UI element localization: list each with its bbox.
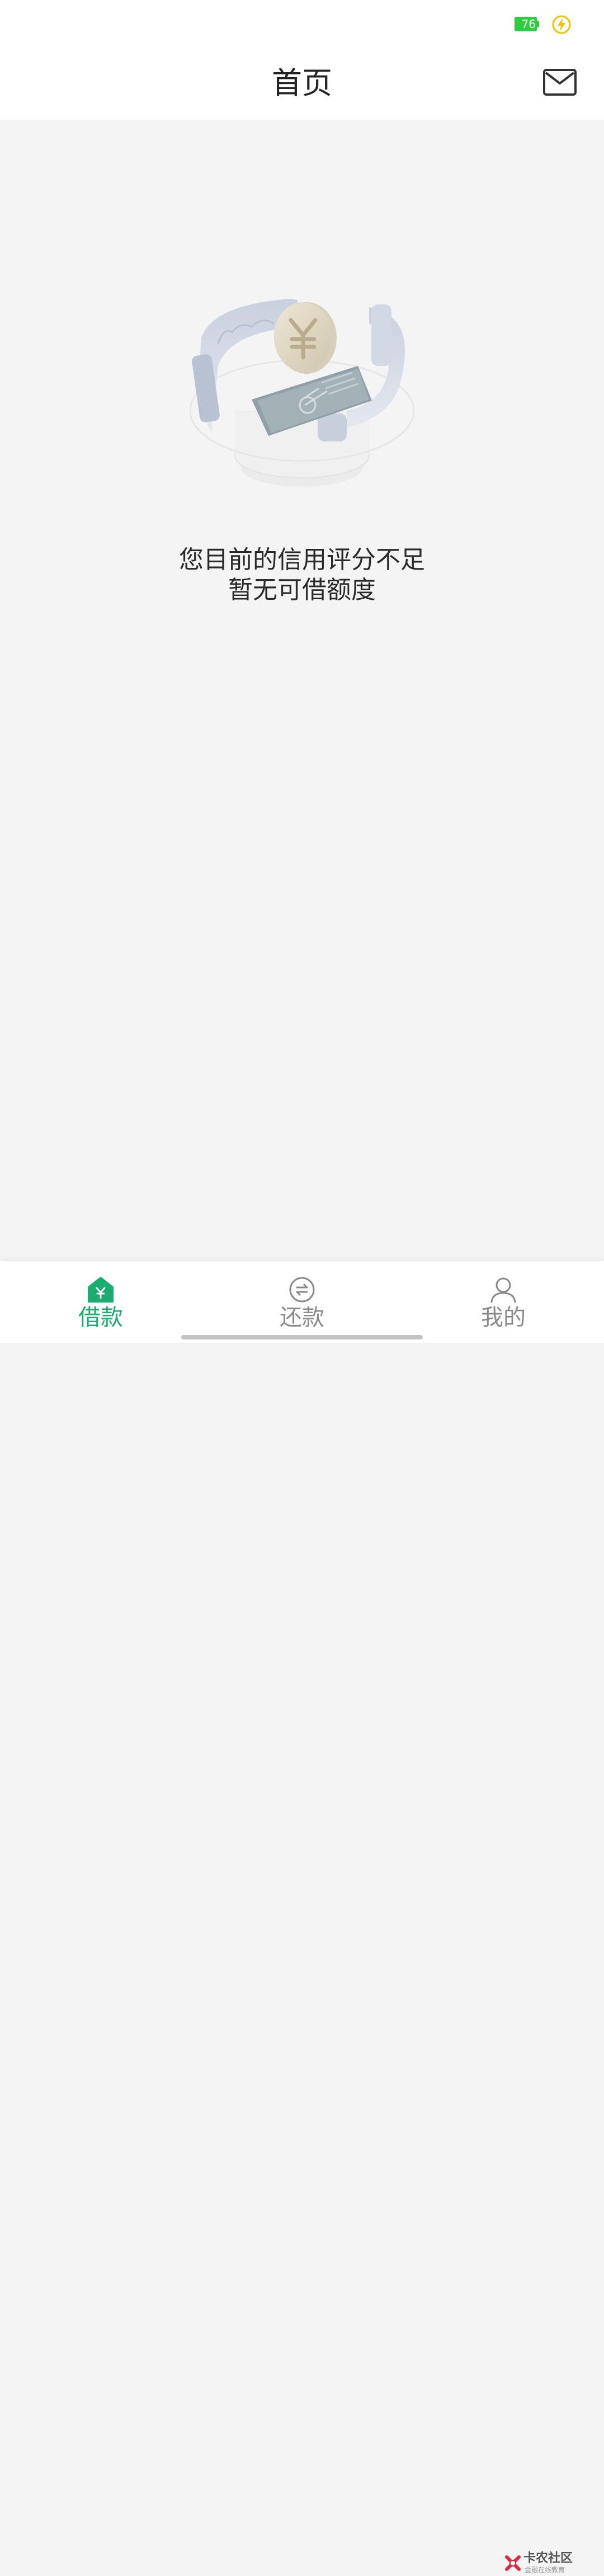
coin-credit-illustration [189,299,415,487]
home-yuan-icon [88,1277,114,1303]
home-indicator[interactable] [181,1335,423,1339]
tab-mine-label: 我的 [481,1305,526,1331]
watermark-logo-icon [505,2555,521,2571]
battery-level: 76 [521,17,536,31]
envelope-icon[interactable] [542,68,577,96]
tab-mine[interactable]: 我的 [431,1261,576,1343]
tab-repay-label: 还款 [280,1305,324,1331]
page-title: 首页 [272,65,332,101]
watermark: 卡农社区 金融在线教育 [503,2551,587,2576]
credit-status-message: 您目前的信用评分不足 暂无可借额度 [0,545,604,605]
battery-tip [537,21,539,27]
bottom-nav: 借款 还款 我的 卡农社区 金融在线教育 [0,1261,604,2574]
tab-borrow-label: 借款 [78,1305,123,1331]
lightning-bolt-icon [552,15,571,34]
status-bar: 76 [0,0,604,48]
tab-repay[interactable]: 还款 [229,1261,375,1343]
watermark-title: 卡农社区 [523,2551,573,2565]
watermark-subtitle: 金融在线教育 [525,2566,565,2574]
person-icon [490,1277,516,1303]
exchange-circle-icon [289,1277,315,1303]
message-line-2: 暂无可借额度 [228,576,376,604]
battery-indicator: 76 [515,17,537,31]
message-line-1: 您目前的信用评分不足 [179,546,425,574]
app-header: 首页 [0,48,604,120]
main-content: 您目前的信用评分不足 暂无可借额度 [0,120,604,1261]
tab-borrow[interactable]: 借款 [28,1261,173,1343]
